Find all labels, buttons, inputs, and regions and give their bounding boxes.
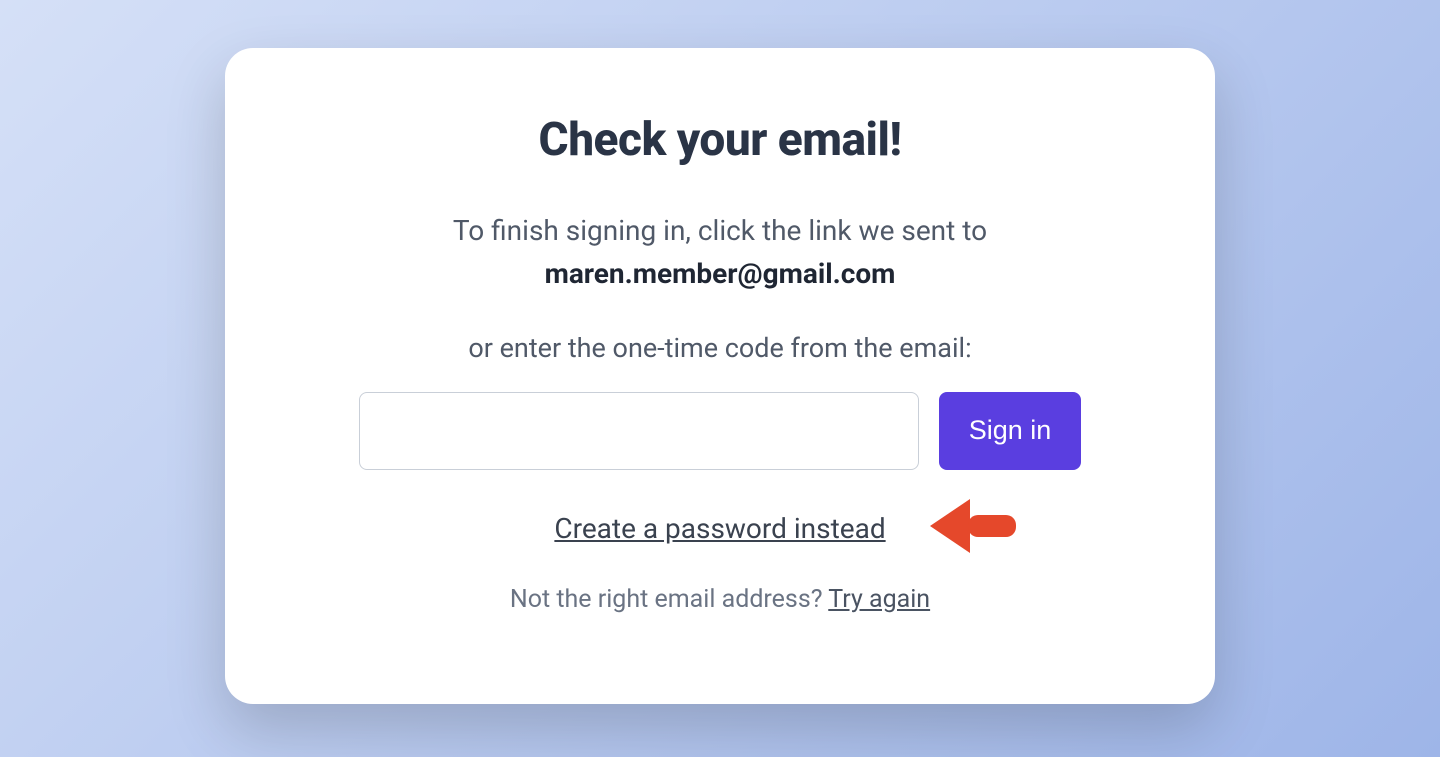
wrong-email-prefix: Not the right email address? (510, 585, 828, 614)
code-input-row: Sign in (285, 392, 1155, 470)
instruction-text: To finish signing in, click the link we … (285, 209, 1155, 296)
signin-card: Check your email! To finish signing in, … (225, 48, 1215, 704)
wrong-email-row: Not the right email address? Try again (285, 585, 1155, 614)
create-password-link[interactable]: Create a password instead (554, 512, 885, 545)
email-address: maren.member@gmail.com (545, 257, 896, 290)
instruction-prefix: To finish signing in, click the link we … (453, 214, 987, 247)
one-time-code-input[interactable] (359, 392, 919, 470)
callout-arrow-icon (930, 491, 1020, 565)
sign-in-button[interactable]: Sign in (939, 392, 1082, 470)
page-title: Check your email! (285, 113, 1155, 167)
try-again-link[interactable]: Try again (828, 585, 930, 614)
create-password-row: Create a password instead (285, 512, 1155, 545)
code-prompt: or enter the one-time code from the emai… (285, 332, 1155, 364)
